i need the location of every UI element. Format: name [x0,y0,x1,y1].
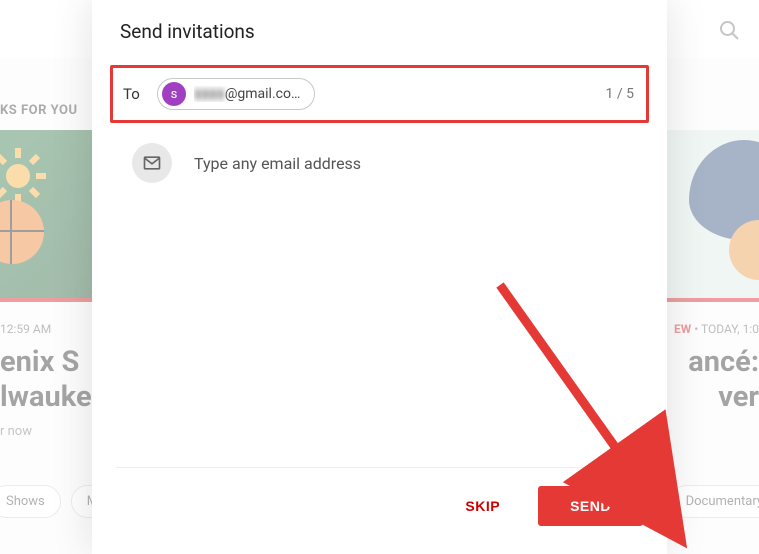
send-button[interactable]: SEND [538,486,643,526]
modal-title: Send invitations [92,0,667,59]
recipient-counter: 1 / 5 [606,86,634,102]
mail-icon [132,143,172,183]
recipient-chip[interactable]: s ▮▮▮▮@gmail.co… [157,78,315,110]
to-label: To [123,85,147,103]
email-hint-row[interactable]: Type any email address [92,125,667,195]
recipient-email: ▮▮▮▮@gmail.co… [194,86,300,102]
email-hint-text: Type any email address [194,154,361,173]
skip-button[interactable]: SKIP [449,486,516,526]
send-invitations-modal: Send invitations To s ▮▮▮▮@gmail.co… 1 /… [92,0,667,554]
modal-button-bar: SKIP SEND [92,468,667,554]
to-field-row[interactable]: To s ▮▮▮▮@gmail.co… 1 / 5 [123,78,634,110]
to-field-highlight: To s ▮▮▮▮@gmail.co… 1 / 5 [110,65,649,123]
avatar: s [162,82,186,106]
